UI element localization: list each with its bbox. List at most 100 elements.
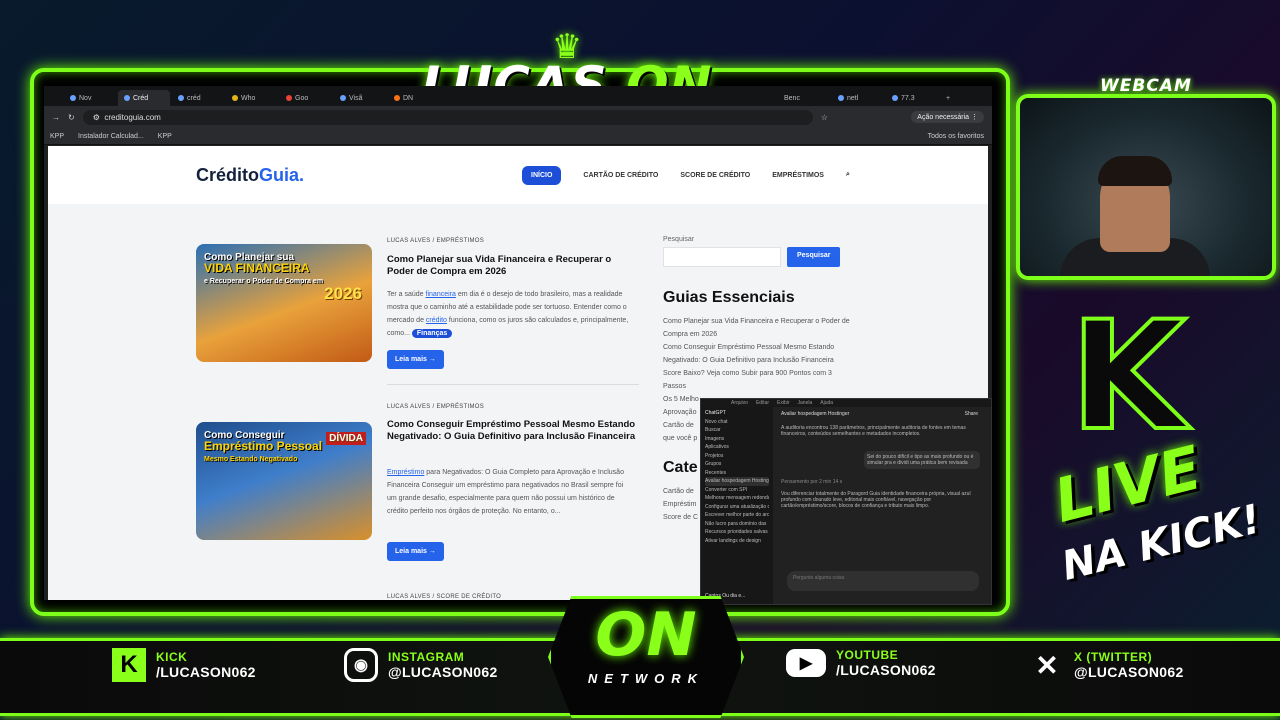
thumb-year: 2026: [324, 284, 362, 303]
category-badge[interactable]: Finanças: [411, 329, 453, 338]
bookmark-item[interactable]: Instalador Calculad...: [78, 133, 144, 140]
chat-title: Avaliar hospedagem Hostinger: [781, 411, 850, 417]
menu-item[interactable]: Janela: [798, 400, 813, 406]
network-text: NETWORK: [587, 671, 705, 686]
menu-item[interactable]: Exibir: [777, 400, 790, 406]
share-button[interactable]: Share: [965, 411, 978, 417]
bookmarks-bar: KPP Instalador Calculad... KPP Todos os …: [44, 128, 992, 145]
favicon-icon: [394, 95, 400, 101]
star-icon[interactable]: ☆: [821, 113, 828, 122]
sidebar-item[interactable]: Melhorar mensagem redonda: [705, 494, 769, 503]
browser-tab[interactable]: Who: [226, 90, 278, 106]
sidebar-search-button[interactable]: Pesquisar: [787, 247, 841, 267]
sidebar-search-input[interactable]: [663, 247, 781, 267]
browser-tab[interactable]: créd: [172, 90, 224, 106]
browser-tab[interactable]: Visã: [334, 90, 386, 106]
menu-item[interactable]: Editar: [756, 400, 769, 406]
assistant-message: Vou diferenciar totalmente do Paragord G…: [781, 491, 971, 509]
browser-tab[interactable]: Nov: [64, 90, 116, 106]
sidebar-item-active[interactable]: Avaliar hospedagem Hostinger: [705, 477, 769, 486]
guide-link[interactable]: Como Conseguir Empréstimo Pessoal Mesmo …: [663, 341, 853, 367]
sidebar-item[interactable]: Aplicativos: [705, 443, 769, 452]
webcam-label: WEBCAM: [1100, 76, 1192, 96]
search-label: Pesquisar: [663, 236, 695, 243]
browser-tab[interactable]: Benc: [778, 90, 830, 106]
site-logo[interactable]: CréditoGuia.: [196, 165, 304, 186]
new-tab-button[interactable]: +: [940, 90, 992, 106]
browser-tab[interactable]: netl: [832, 90, 884, 106]
x-icon: ✕: [1035, 649, 1059, 681]
sidebar-item[interactable]: Ativar landings de design: [705, 537, 769, 546]
action-needed-button[interactable]: Ação necessária ⋮: [911, 111, 984, 123]
thinking-label[interactable]: Pensamento por 2 min 14 s: [781, 479, 842, 485]
post-thumbnail[interactable]: Como Planejar sua VIDA FINANCEIRA e Recupe…: [196, 244, 372, 362]
sidebar-item[interactable]: Grupos: [705, 460, 769, 469]
financeira-link[interactable]: financeira: [426, 291, 456, 298]
guide-link[interactable]: Score Baixo? Veja como Subir para 900 Po…: [663, 367, 853, 393]
webcam-frame: [1016, 94, 1276, 280]
sidebar-item[interactable]: Recursos prioridades salvas: [705, 528, 769, 537]
nav-score[interactable]: SCORE DE CRÉDITO: [680, 172, 750, 179]
post-title[interactable]: Como Conseguir Empréstimo Pessoal Mesmo …: [387, 419, 637, 443]
menu-item[interactable]: Ajuda: [820, 400, 833, 406]
site-nav: INÍCIO CARTÃO DE CRÉDITO SCORE DE CRÉDIT…: [522, 165, 850, 185]
social-item: ◉ INSTAGRAM @LUCASON062: [344, 648, 498, 682]
bookmark-item[interactable]: KPP: [158, 133, 172, 140]
nav-emprestimos[interactable]: EMPRÉSTIMOS: [772, 172, 824, 179]
youtube-icon: ▶: [786, 649, 826, 677]
chatgpt-window: Arquivo Editar Exibir Janela Ajuda ChatG…: [700, 398, 992, 605]
credito-link[interactable]: crédito: [426, 317, 447, 324]
post-card: Como Planejar sua VIDA FINANCEIRA e Recupe…: [196, 238, 640, 404]
chat-input[interactable]: Pergunte alguma coisa: [787, 571, 979, 591]
social-item: K KICK/LUCASON062: [112, 648, 256, 682]
post-thumbnail[interactable]: Como Conseguir Empréstimo Pessoal Mesmo Es…: [196, 422, 372, 540]
social-text: INSTAGRAM @LUCASON062: [388, 650, 498, 680]
bookmark-item[interactable]: KPP: [50, 133, 64, 140]
browser-tab-active[interactable]: Créd: [118, 90, 170, 106]
thumb-tag: DÍVIDA: [326, 432, 366, 445]
user-message: Sei do pouco difícil e tipo as mais prof…: [864, 451, 980, 469]
guides-heading: Guias Essenciais: [663, 289, 795, 306]
guide-link[interactable]: Como Planejar sua Vida Financeira e Recu…: [663, 315, 853, 341]
sidebar-item[interactable]: Configurar uma atualização diária: [705, 503, 769, 512]
thumb-title: Como Conseguir Empréstimo Pessoal Mesmo Es…: [204, 430, 323, 463]
sidebar-item[interactable]: Projetos: [705, 452, 769, 461]
nav-cartao[interactable]: CARTÃO DE CRÉDITO: [583, 172, 658, 179]
favicon-icon: [340, 95, 346, 101]
browser-tab[interactable]: DN: [388, 90, 440, 106]
post-meta: LUCAS ALVES / EMPRÉSTIMOS: [387, 238, 485, 244]
assistant-message: A auditoria encontrou 138 parâmetros, pr…: [781, 425, 966, 437]
chat-placeholder: Pergunte alguma coisa: [793, 575, 845, 581]
instagram-icon: ◉: [344, 648, 378, 682]
nav-inicio[interactable]: INÍCIO: [522, 165, 562, 185]
favicon-icon: [124, 95, 130, 101]
favicon-icon: [286, 95, 292, 101]
browser-tab[interactable]: Goo: [280, 90, 332, 106]
post-meta: LUCAS ALVES / SCORE DE CRÉDITO: [387, 594, 502, 600]
search-icon[interactable]: ⌕: [846, 171, 850, 179]
post-meta: LUCAS ALVES / EMPRÉSTIMOS: [387, 404, 485, 410]
menu-item[interactable]: Arquivo: [731, 400, 748, 406]
emprestimo-link[interactable]: Empréstimo: [387, 469, 424, 476]
sidebar-section: Recentes: [705, 469, 727, 476]
sidebar-item[interactable]: Novo chat: [705, 418, 769, 427]
favicon-icon: [178, 95, 184, 101]
chatgpt-menubar: Arquivo Editar Exibir Janela Ajuda: [701, 399, 991, 407]
post-title[interactable]: Como Planejar sua Vida Financeira e Recu…: [387, 254, 637, 278]
favicon-icon: [70, 95, 76, 101]
site-header: CréditoGuia. INÍCIO CARTÃO DE CRÉDITO SC…: [48, 146, 988, 204]
sidebar-item[interactable]: Imagens: [705, 435, 769, 444]
sidebar-item[interactable]: Buscar: [705, 426, 769, 435]
sidebar-item[interactable]: Escrever melhor parte do arquivo: [705, 511, 769, 520]
url-input[interactable]: ⚙ creditoguia.com: [82, 109, 813, 125]
site-info-icon[interactable]: ⚙: [93, 113, 105, 122]
reload-icon[interactable]: ↻: [68, 113, 75, 122]
read-more-button[interactable]: Leia mais →: [387, 350, 444, 369]
all-favorites-link[interactable]: Todos os favoritos: [928, 133, 984, 140]
search-row: Pesquisar: [663, 247, 853, 267]
back-icon[interactable]: →: [52, 113, 60, 122]
sidebar-item[interactable]: Converter com SPI: [705, 486, 769, 495]
sidebar-item[interactable]: Não lucro para domínio das: [705, 520, 769, 529]
read-more-button[interactable]: Leia mais →: [387, 542, 444, 561]
browser-tab[interactable]: 77.3: [886, 90, 938, 106]
